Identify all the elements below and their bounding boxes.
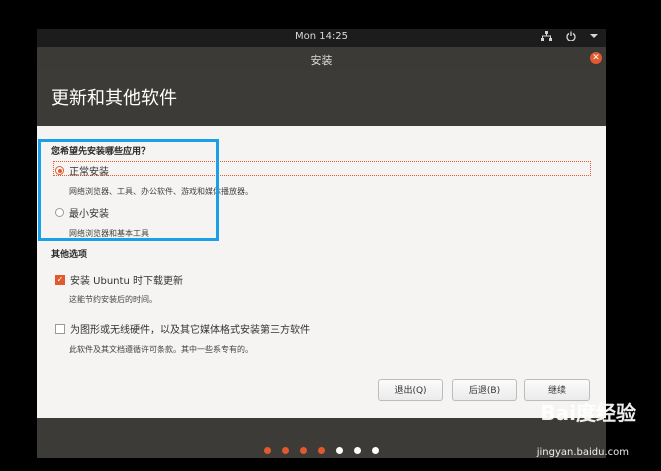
other-options-title: 其他选项 (51, 250, 88, 260)
page-title: 更新和其他软件 (51, 88, 177, 109)
checkbox-unchecked-icon[interactable] (55, 323, 65, 334)
progress-footer (37, 418, 606, 458)
option-description: 此软件及其文档遵循许可条款。其中一些系专有的。 (69, 345, 253, 354)
progress-dot (318, 447, 325, 454)
checkbox-download-updates[interactable]: ✓ 安装 Ubuntu 时下载更新 (55, 272, 183, 287)
page-header: 更新和其他软件 (37, 70, 606, 126)
close-icon: ✕ (592, 53, 600, 63)
progress-dot (264, 447, 271, 454)
option-description: 这能节约安装后的时间。 (69, 295, 157, 304)
progress-dot (282, 447, 289, 454)
clock[interactable]: Mon 14:25 (37, 31, 606, 42)
close-button[interactable]: ✕ (590, 52, 602, 64)
title-bar[interactable]: 安装 ✕ (37, 47, 606, 70)
checkbox-third-party[interactable]: 为图形或无线硬件，以及其它媒体格式安装第三方软件 (55, 321, 310, 336)
watermark-url: jingyan.baidu.com (536, 447, 629, 458)
option-label: 为图形或无线硬件，以及其它媒体格式安装第三方软件 (70, 325, 310, 336)
watermark-logo: Bai度经验 (540, 401, 636, 425)
installer-window: 安装 ✕ 更新和其他软件 您希望先安装哪些应用？ 正常安装 网络浏览器、工具、办… (37, 47, 606, 458)
quit-button[interactable]: 退出(Q) (378, 379, 443, 401)
system-tray[interactable] (541, 31, 598, 44)
top-panel: Mon 14:25 (37, 29, 606, 47)
progress-dot (336, 447, 343, 454)
progress-dots (37, 447, 606, 454)
power-icon[interactable] (566, 31, 576, 44)
menu-arrow-icon[interactable] (590, 31, 598, 44)
progress-dot (300, 447, 307, 454)
option-label: 安装 Ubuntu 时下载更新 (70, 276, 183, 287)
back-button[interactable]: 后退(B) (452, 379, 517, 401)
window-title: 安装 (310, 54, 333, 67)
network-icon[interactable] (541, 31, 552, 44)
progress-dot (354, 447, 361, 454)
progress-dot (372, 447, 379, 454)
checkbox-checked-icon[interactable]: ✓ (55, 274, 65, 285)
annotation-highlight-box (38, 139, 219, 241)
